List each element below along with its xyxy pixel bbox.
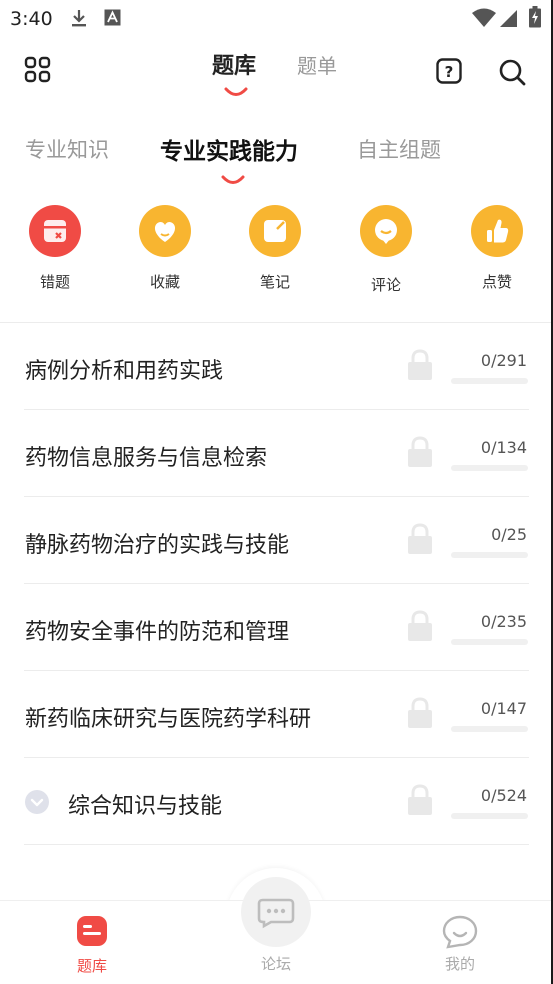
progress-bar [451,378,528,384]
progress-count: 0/291 [480,351,527,370]
progress-count: 0/147 [480,699,527,718]
download-icon [70,8,88,32]
question-bank-icon [76,916,108,951]
quick-label: 收藏 [149,273,180,291]
chevron-down-icon[interactable] [25,790,49,814]
chapter-title: 病例分析和用药实践 [25,359,224,384]
subject-tabs: 专业知识 专业实践能力 自主组题 [0,120,553,190]
search-icon[interactable] [498,58,526,86]
status-time: 3:40 [10,8,53,30]
progress-bar [451,639,528,645]
quick-favorites[interactable]: 收藏 [125,205,205,292]
lock-icon [406,435,434,469]
quick-wrong-questions[interactable]: 错题 [15,205,95,292]
progress-bar [451,552,528,558]
quick-notes[interactable]: 笔记 [235,205,315,292]
lock-icon [406,348,434,382]
list-item[interactable]: 新药临床研究与医院药学科研 0/147 [0,671,553,758]
help-icon[interactable]: ? [436,58,462,84]
nav-label: 题库 [76,957,107,975]
profile-icon [442,915,478,953]
comment-icon [360,205,412,257]
progress-bar [451,465,528,471]
nav-profile[interactable]: 我的 [420,915,500,974]
quick-label: 评论 [370,276,401,294]
progress-count: 0/25 [491,525,527,544]
chapter-title: 静脉药物治疗的实践与技能 [25,533,290,558]
progress-bar [451,726,528,732]
nav-question-bank[interactable]: 题库 [52,915,132,976]
progress-count: 0/134 [480,438,527,457]
heart-icon [139,205,191,257]
quick-label: 错题 [39,273,70,291]
list-item[interactable]: 静脉药物治疗的实践与技能 0/25 [0,497,553,584]
lock-icon [406,783,434,817]
chapter-title: 药物信息服务与信息检索 [25,446,268,471]
tab-professional-practice[interactable]: 专业实践能力 [160,132,298,166]
list-item[interactable]: 药物安全事件的防范和管理 0/235 [0,584,553,671]
nav-label: 论坛 [260,955,291,973]
wifi-icon [472,8,496,32]
tab-custom-quiz[interactable]: 自主组题 [357,134,441,164]
tab-question-bank[interactable]: 题库 [212,48,256,80]
lock-icon [406,696,434,730]
progress-count: 0/524 [480,786,527,805]
list-item[interactable]: 病例分析和用药实践 0/291 [0,323,553,410]
chapter-title: 药物安全事件的防范和管理 [25,620,290,645]
list-item[interactable]: 药物信息服务与信息检索 0/134 [0,410,553,497]
progress-count: 0/235 [480,612,527,631]
status-bar: 3:40 [0,0,553,38]
lock-icon [406,609,434,643]
quick-comments[interactable]: 评论 [346,205,426,295]
nav-forum[interactable]: 论坛 [236,953,316,974]
list-item[interactable]: 综合知识与技能 0/524 [0,758,553,845]
quick-label: 笔记 [259,273,290,291]
progress-bar [451,813,528,819]
forum-chat-icon[interactable] [241,877,311,947]
battery-icon [529,6,541,32]
quick-likes[interactable]: 点赞 [457,205,537,292]
chapter-title: 新药临床研究与医院药学科研 [25,707,312,732]
nav-label: 我的 [444,955,475,973]
tab-question-list[interactable]: 题单 [297,50,337,79]
active-subtab-indicator [221,172,245,191]
chapter-list: 病例分析和用药实践 0/291 药物信息服务与信息检索 0/134 静脉药物治疗… [0,323,553,845]
thumbs-up-icon [471,205,523,257]
wrong-question-icon [29,205,81,257]
quick-actions: 错题 收藏 笔记 评论 点赞 [0,205,553,305]
svg-text:?: ? [445,63,454,81]
signal-icon [500,8,518,32]
chapter-title: 综合知识与技能 [68,794,223,819]
grid-icon[interactable] [24,56,52,84]
top-header: 题库 题单 ? [0,38,553,102]
a-badge-icon [104,9,121,30]
lock-icon [406,522,434,556]
active-tab-indicator [224,84,248,103]
quick-label: 点赞 [481,273,512,291]
tab-professional-knowledge[interactable]: 专业知识 [25,134,109,164]
note-icon [249,205,301,257]
